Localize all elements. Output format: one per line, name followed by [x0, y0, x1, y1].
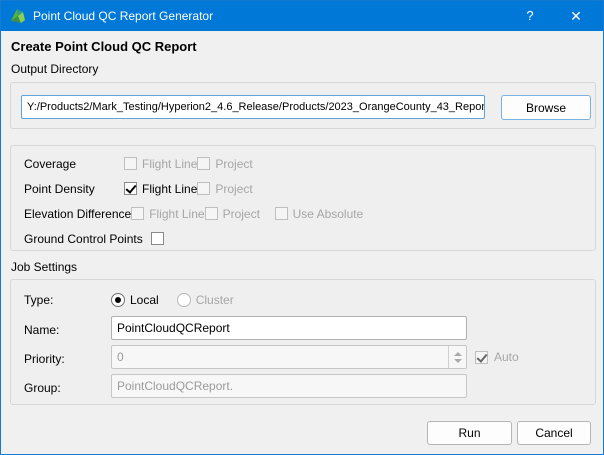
checkbox-point-density-flight-line[interactable] — [124, 182, 137, 195]
spinner-buttons[interactable] — [448, 346, 466, 368]
browse-button[interactable]: Browse — [501, 95, 591, 120]
radio-cluster-label: Cluster — [196, 293, 234, 307]
ground-control-points-row: Ground Control Points — [24, 226, 591, 251]
job-group-input[interactable]: PointCloudQCReport. — [111, 374, 467, 398]
auto-label: Auto — [494, 350, 519, 364]
radio-local-label: Local — [130, 293, 159, 307]
priority-value: 0 — [112, 346, 448, 368]
output-path-input[interactable]: Y:/Products2/Mark_Testing/Hyperion2_4.6_… — [21, 95, 485, 119]
auto-option: Auto — [475, 350, 519, 364]
app-logo-icon — [9, 7, 27, 25]
ground-control-points-label: Ground Control Points — [24, 232, 143, 246]
run-button[interactable]: Run — [427, 421, 512, 445]
checkbox-elevation-project[interactable] — [205, 207, 218, 220]
output-directory-label: Output Directory — [11, 62, 98, 76]
job-name-input[interactable]: PointCloudQCReport — [111, 316, 467, 340]
checkbox-coverage-flight-line[interactable] — [124, 157, 137, 170]
window-title: Point Cloud QC Report Generator — [33, 1, 213, 31]
type-row: Type: Local Cluster — [24, 290, 589, 310]
checkbox-use-absolute[interactable] — [275, 207, 288, 220]
point-density-row: Point Density Flight Line Project — [24, 176, 591, 201]
group-label: Group: — [24, 381, 111, 395]
job-settings-label: Job Settings — [11, 260, 77, 274]
point-density-label: Point Density — [24, 182, 124, 196]
type-label: Type: — [24, 293, 111, 307]
elevation-project-option: Project — [205, 207, 275, 221]
help-button[interactable]: ? — [509, 1, 551, 31]
checkbox-ground-control-points[interactable] — [151, 232, 164, 245]
priority-label: Priority: — [24, 352, 111, 366]
title-bar: Point Cloud QC Report Generator ? ✕ — [1, 1, 603, 31]
radio-cluster[interactable] — [177, 293, 191, 307]
checkbox-auto[interactable] — [475, 351, 488, 364]
cancel-button[interactable]: Cancel — [517, 421, 591, 445]
ground-control-points-option — [151, 232, 164, 245]
page-title: Create Point Cloud QC Report — [11, 39, 197, 54]
elevation-difference-label: Elevation Difference — [24, 207, 131, 221]
coverage-label: Coverage — [24, 157, 124, 171]
coverage-row: Coverage Flight Line Project — [24, 151, 591, 176]
use-absolute-option: Use Absolute — [275, 207, 364, 221]
checkbox-point-density-project[interactable] — [197, 182, 210, 195]
elevation-difference-row: Elevation Difference Flight Line Project… — [24, 201, 591, 226]
point-density-project-option: Project — [197, 182, 267, 196]
coverage-flight-line-option: Flight Line — [124, 157, 197, 171]
point-density-flight-line-option: Flight Line — [124, 182, 197, 196]
radio-local[interactable] — [111, 293, 125, 307]
close-icon[interactable]: ✕ — [555, 1, 597, 31]
name-label: Name: — [24, 323, 111, 337]
checkbox-coverage-project[interactable] — [197, 157, 210, 170]
point-cloud-qc-dialog: Point Cloud QC Report Generator ? ✕ Crea… — [0, 0, 604, 455]
spin-up-icon[interactable] — [454, 352, 462, 356]
spin-down-icon[interactable] — [454, 359, 462, 363]
elevation-flight-line-option: Flight Line — [131, 207, 204, 221]
coverage-project-option: Project — [197, 157, 267, 171]
checkbox-elevation-flight-line[interactable] — [131, 207, 144, 220]
priority-spinbox[interactable]: 0 — [111, 345, 467, 369]
